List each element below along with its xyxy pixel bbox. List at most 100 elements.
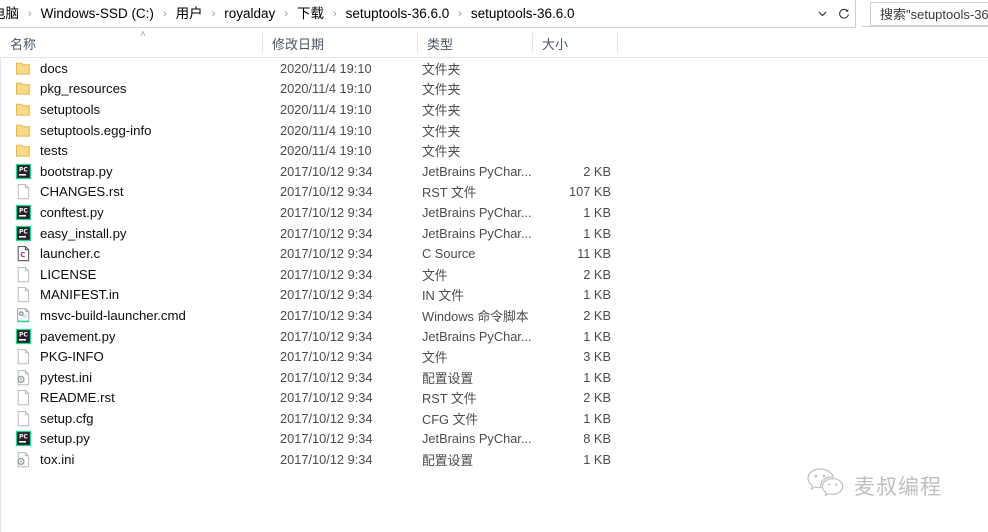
breadcrumb-item[interactable]: setuptools-36.6.0 xyxy=(342,4,454,24)
breadcrumb-separator: › xyxy=(28,7,32,20)
file-row[interactable]: PC setup.py 2017/10/12 9:34 JetBrains PyCha… xyxy=(1,429,988,450)
file-row[interactable]: msvc-build-launcher.cmd 2017/10/12 9:34 Wi… xyxy=(1,305,988,326)
file-row[interactable]: README.rst 2017/10/12 9:34 RST 文件 2 KB xyxy=(1,388,988,409)
breadcrumb-item[interactable]: Windows-SSD (C:) xyxy=(37,4,158,24)
pycharm-icon: PC xyxy=(15,204,32,221)
file-name-label: bootstrap.py xyxy=(40,163,113,179)
file-name-label: pkg_resources xyxy=(40,81,127,97)
file-row[interactable]: tests 2020/11/4 19:10 文件夹 xyxy=(1,140,988,161)
file-name-cell[interactable]: setuptools.egg-info xyxy=(15,122,151,139)
address-dropdown-button[interactable] xyxy=(811,1,833,27)
file-name-label: tox.ini xyxy=(40,452,75,468)
file-name-label: setuptools.egg-info xyxy=(40,122,152,138)
file-size-cell: 2 KB xyxy=(583,266,611,282)
breadcrumb-item[interactable]: setuptools-36.6.0 xyxy=(467,4,579,24)
file-row[interactable]: PKG-INFO 2017/10/12 9:34 文件 3 KB xyxy=(1,346,988,367)
file-name-label: README.rst xyxy=(40,390,115,406)
file-row[interactable]: docs 2020/11/4 19:10 文件夹 xyxy=(1,58,988,79)
file-name-cell[interactable]: PC bootstrap.py xyxy=(15,163,113,180)
column-header-name[interactable]: 名称 xyxy=(0,28,262,58)
breadcrumb-bar[interactable]: 电脑 › Windows-SSD (C:) › 用户 › royalday › 下载 › setup… xyxy=(0,0,856,28)
breadcrumb-item[interactable]: 电脑 xyxy=(0,4,23,24)
file-name-cell[interactable]: pytest.ini xyxy=(15,369,92,386)
file-name-cell[interactable]: Clauncher.c xyxy=(15,245,100,262)
column-divider[interactable] xyxy=(262,33,263,53)
file-name-cell[interactable]: tox.ini xyxy=(15,451,74,468)
file-date-cell: 2017/10/12 9:34 xyxy=(280,369,373,385)
file-type-cell: CFG 文件 xyxy=(422,411,479,427)
file-row[interactable]: setuptools.egg-info 2020/11/4 19:10 文件夹 xyxy=(1,120,988,141)
file-date-cell: 2020/11/4 19:10 xyxy=(280,143,372,159)
file-row[interactable]: Clauncher.c 2017/10/12 9:34 C Source 11 KB xyxy=(1,243,988,264)
document-icon xyxy=(15,266,32,283)
file-name-label: easy_install.py xyxy=(40,225,127,241)
file-name-cell[interactable]: setup.cfg xyxy=(15,410,94,427)
file-name-label: docs xyxy=(40,60,68,76)
file-name-cell[interactable]: PC easy_install.py xyxy=(15,225,127,242)
search-input[interactable]: 搜索"setuptools-36 xyxy=(880,4,988,23)
file-row[interactable]: PC pavement.py 2017/10/12 9:34 JetBrains Py… xyxy=(1,326,988,347)
file-row[interactable]: setup.cfg 2017/10/12 9:34 CFG 文件 1 KB xyxy=(1,408,988,429)
column-divider[interactable] xyxy=(417,33,418,53)
breadcrumb-separator: › xyxy=(284,7,288,20)
file-type-cell: JetBrains PyChar... xyxy=(422,431,532,447)
column-header-date[interactable]: 修改日期 xyxy=(262,28,417,58)
column-header-row: ˄ 名称 修改日期 类型 大小 xyxy=(0,28,988,58)
file-row[interactable]: PC conftest.py 2017/10/12 9:34 JetBrains Py… xyxy=(1,202,988,223)
breadcrumb-separator: › xyxy=(332,7,337,20)
file-row[interactable]: pkg_resources 2020/11/4 19:10 文件夹 xyxy=(1,79,988,100)
file-row[interactable]: setuptools 2020/11/4 19:10 文件夹 xyxy=(1,99,988,120)
file-row[interactable]: PC easy_install.py 2017/10/12 9:34 JetBrain… xyxy=(1,223,988,244)
column-divider[interactable] xyxy=(617,33,618,53)
file-name-cell[interactable]: docs xyxy=(15,60,68,77)
file-name-cell[interactable]: tests xyxy=(15,142,68,159)
file-date-cell: 2017/10/12 9:34 xyxy=(280,328,373,344)
file-type-cell: JetBrains PyChar... xyxy=(422,328,532,344)
document-icon xyxy=(15,389,32,406)
file-date-cell: 2017/10/12 9:34 xyxy=(280,390,373,406)
file-name-label: pavement.py xyxy=(40,328,116,344)
file-row[interactable]: PC bootstrap.py 2017/10/12 9:34 JetBrains P… xyxy=(1,161,988,182)
file-row[interactable]: pytest.ini 2017/10/12 9:34 配置设置 1 KB xyxy=(1,367,988,388)
file-name-cell[interactable]: LICENSE xyxy=(15,266,96,283)
breadcrumb-item[interactable]: 下载 xyxy=(293,4,328,24)
file-size-cell: 2 KB xyxy=(583,163,611,179)
breadcrumb-separator: › xyxy=(211,7,216,20)
column-divider[interactable] xyxy=(532,33,533,53)
file-name-label: launcher.c xyxy=(40,246,101,262)
file-date-cell: 2020/11/4 19:10 xyxy=(280,122,372,138)
file-row[interactable]: LICENSE 2017/10/12 9:34 文件 2 KB xyxy=(1,264,988,285)
file-size-cell: 1 KB xyxy=(583,369,611,385)
breadcrumb-item[interactable]: royalday xyxy=(220,4,279,24)
file-name-cell[interactable]: MANIFEST.in xyxy=(15,286,119,303)
folder-icon xyxy=(15,60,32,77)
file-name-cell[interactable]: README.rst xyxy=(15,389,115,406)
search-box[interactable]: 搜索"setuptools-36 xyxy=(862,1,988,27)
file-name-cell[interactable]: setuptools xyxy=(15,101,100,118)
file-row[interactable]: MANIFEST.in 2017/10/12 9:34 IN 文件 1 KB xyxy=(1,285,988,306)
file-size-cell: 3 KB xyxy=(583,349,611,365)
column-header-size[interactable]: 大小 xyxy=(532,28,617,58)
file-type-cell: JetBrains PyChar... xyxy=(422,204,532,220)
file-row[interactable]: CHANGES.rst 2017/10/12 9:34 RST 文件 107 KB xyxy=(1,182,988,203)
file-name-label: pytest.ini xyxy=(40,369,93,385)
column-header-type[interactable]: 类型 xyxy=(417,28,532,58)
file-type-cell: RST 文件 xyxy=(422,391,477,407)
file-name-cell[interactable]: CHANGES.rst xyxy=(15,183,124,200)
file-name-cell[interactable]: msvc-build-launcher.cmd xyxy=(15,307,186,324)
svg-text:PC: PC xyxy=(19,228,28,235)
file-name-cell[interactable]: PKG-INFO xyxy=(15,348,104,365)
file-date-cell: 2017/10/12 9:34 xyxy=(280,163,373,179)
file-list[interactable]: docs 2020/11/4 19:10 文件夹 pkg_resources 2020/… xyxy=(0,58,988,532)
breadcrumb-item[interactable]: 用户 xyxy=(172,4,207,24)
file-name-cell[interactable]: PC conftest.py xyxy=(15,204,104,221)
folder-icon xyxy=(15,122,32,139)
file-date-cell: 2020/11/4 19:10 xyxy=(280,60,372,76)
file-size-cell: 107 KB xyxy=(569,184,611,200)
file-name-cell[interactable]: PC pavement.py xyxy=(15,328,116,345)
refresh-button[interactable] xyxy=(833,1,855,27)
file-size-cell: 11 KB xyxy=(577,246,611,262)
file-name-cell[interactable]: PC setup.py xyxy=(15,430,90,447)
file-name-cell[interactable]: pkg_resources xyxy=(15,80,127,97)
document-icon xyxy=(15,410,32,427)
